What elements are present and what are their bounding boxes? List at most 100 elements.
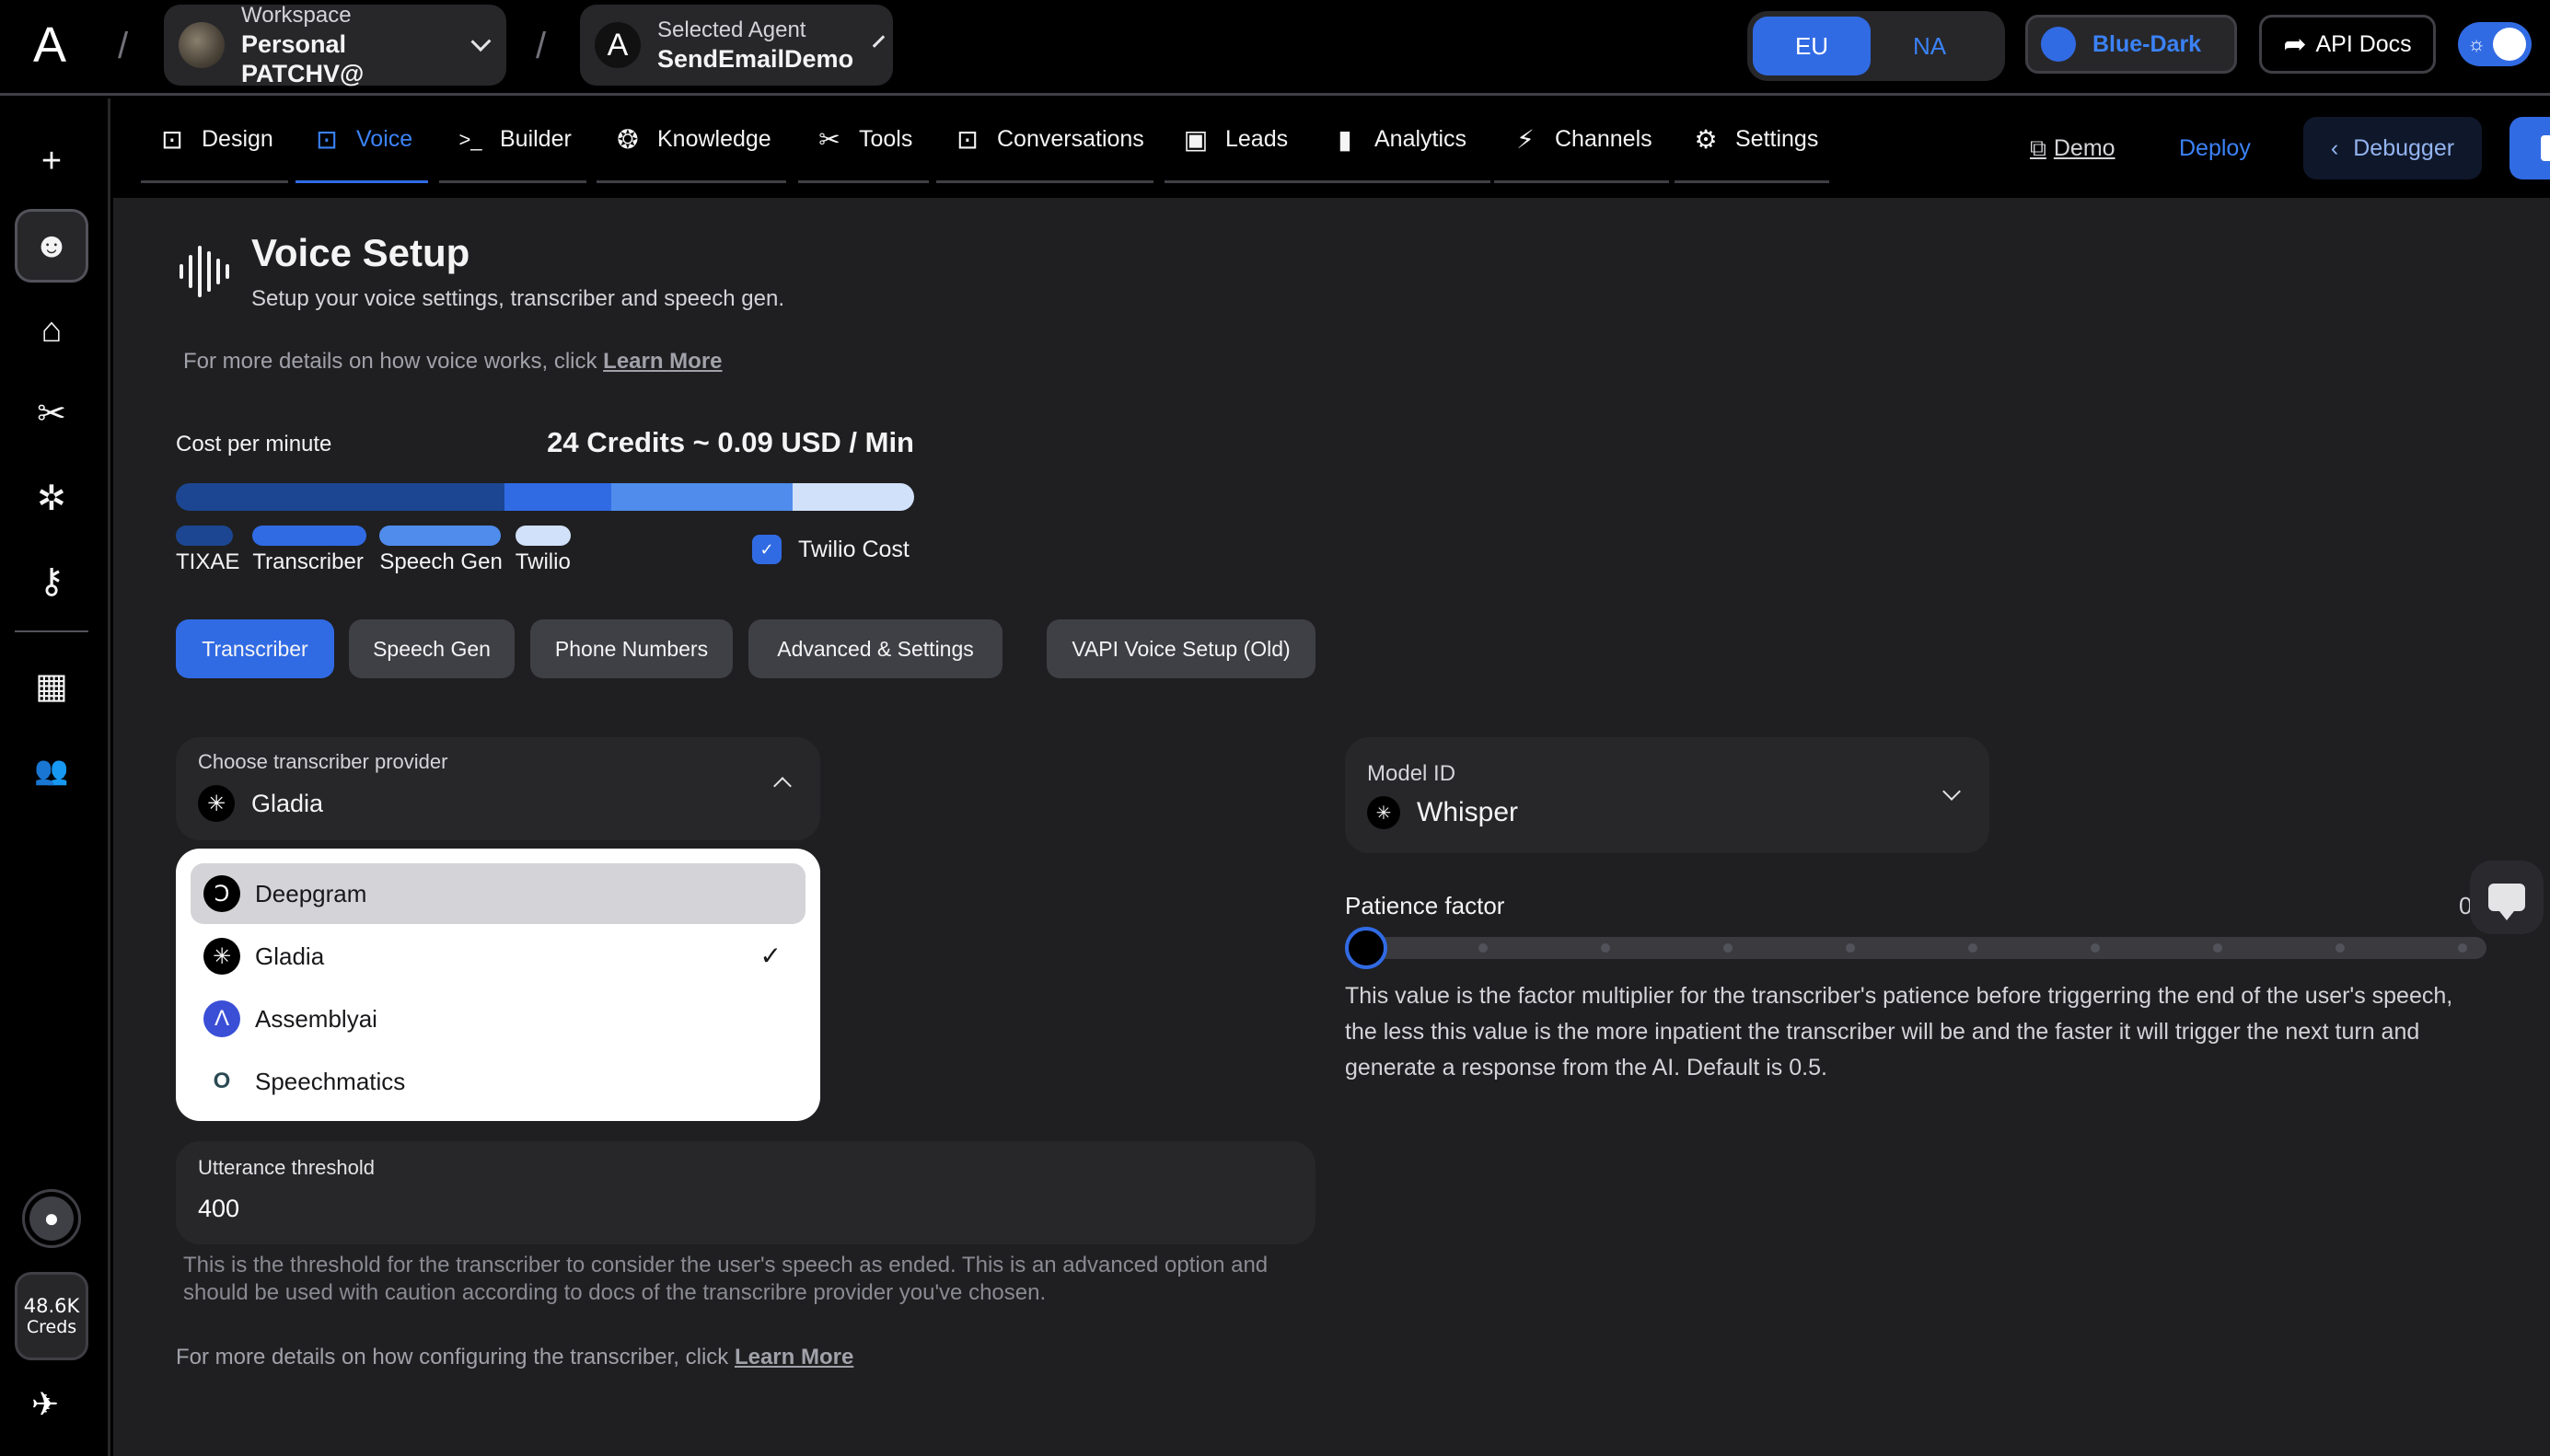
workspace-selector[interactable]: Workspace Personal PATCHV@ [164,3,506,87]
sidebar-item-keys[interactable]: ⚷ [15,544,88,618]
api-docs-button[interactable]: ➦ API Docs [2259,15,2436,74]
cost-segment-tixae [176,483,504,511]
app-logo[interactable]: A [33,17,66,74]
user-avatar[interactable]: ● [22,1189,81,1248]
utterance-label: Utterance threshold [198,1156,375,1179]
option-speechmatics[interactable]: O Speechmatics [191,1051,806,1112]
learn-more-link[interactable]: Learn More [603,349,722,374]
gladia-icon: ✳ [1367,796,1400,829]
option-label: Deepgram [255,879,367,907]
option-label: Speechmatics [255,1067,406,1095]
tab-conversations[interactable]: ⊡ Conversations [936,98,1153,183]
chevron-left-icon: ‹ [2330,134,2339,161]
sidebar-add-button[interactable]: + [15,124,88,198]
sidebar-item-marketplace[interactable]: ⌂ [15,294,88,367]
debugger-label: Debugger [2353,134,2455,161]
tab-tools[interactable]: ✂ Tools [798,98,929,183]
speechmatics-icon: O [203,1063,240,1100]
model-value: ✳ Whisper [1367,796,1518,829]
tab-settings[interactable]: ⚙ Settings [1675,98,1829,183]
theme-label: Blue-Dark [2092,30,2202,57]
terminal-icon: >_ [458,127,482,151]
chevron-up-icon [773,777,792,795]
sidebar-item-team[interactable]: 👥 [15,734,88,807]
model-id-select[interactable]: Model ID ✳ Whisper [1345,737,1989,853]
region-eu[interactable]: EU [1753,17,1871,75]
voice-help-text: For more details on how voice works, cli… [183,349,723,375]
cost-legend: TIXAE Transcriber Speech Gen Twilio [176,526,571,575]
legend-swatch [176,526,233,546]
tab-voice[interactable]: ⊡ Voice [296,98,428,183]
slider-thumb[interactable] [1345,927,1387,969]
light-mode-toggle[interactable]: ☼ [2458,22,2532,66]
transcriber-provider-select[interactable]: Choose transcriber provider ✳ Gladia [176,737,820,840]
subtab-phone-numbers[interactable]: Phone Numbers [530,619,733,678]
sidebar-item-organization[interactable]: ▦ [15,649,88,722]
learn-more-link[interactable]: Learn More [735,1345,853,1369]
tab-label: Knowledge [657,126,771,152]
bug-icon: ✲ [37,479,66,518]
tab-design[interactable]: ⊡ Design [141,98,288,183]
slider-tick [1478,943,1488,953]
agent-face-icon: ☻ [33,225,70,265]
agent-label: Selected Agent [657,17,806,42]
tab-knowledge[interactable]: ❂ Knowledge [597,98,786,183]
model-name: Whisper [1417,797,1519,827]
slider-tick [2213,943,2222,953]
credits-badge[interactable]: 48.6K Creds [15,1272,88,1360]
plug-icon: ⚡ [1516,125,1535,154]
subtab-advanced-settings[interactable]: Advanced & Settings [748,619,1003,678]
subtab-vapi-voice-setup[interactable]: VAPI Voice Setup (Old) [1047,619,1316,678]
transcriber-help-text: For more details on how configuring the … [176,1345,853,1370]
legend-label: Twilio [515,549,571,574]
sidebar-item-tools[interactable]: ✂ [15,376,88,450]
patience-factor-label: Patience factor [1345,892,1505,919]
brain-icon: ❂ [617,125,639,154]
utterance-threshold-input[interactable] [198,1195,1284,1223]
help-prefix: For more details on how voice works, cli… [183,349,604,374]
subtab-speech-gen[interactable]: Speech Gen [349,619,515,678]
sound-wave-icon [180,246,229,297]
option-deepgram[interactable]: Ↄ Deepgram [191,863,806,924]
tab-leads[interactable]: ▣ Leads [1165,98,1319,183]
sidebar-item-debug[interactable]: ✲ [15,461,88,535]
utterance-description: This is the threshold for the transcribe… [183,1253,1269,1305]
subtab-transcriber[interactable]: Transcriber [176,619,334,678]
checkmark-icon: ✓ [759,942,782,970]
chevron-down-icon [872,35,886,48]
save-button[interactable]: Save [2509,117,2550,179]
deploy-link[interactable]: Deploy [2179,117,2251,179]
demo-link[interactable]: ⧉ Demo [2030,117,2115,179]
legend-label: Speech Gen [379,549,503,574]
debugger-button[interactable]: ‹ Debugger [2303,117,2482,179]
region-na[interactable]: NA [1871,17,1988,75]
provider-label: Choose transcriber provider [198,750,448,773]
tab-builder[interactable]: >_ Builder [439,98,586,183]
chat-support-button[interactable] [2470,861,2544,934]
agent-selector[interactable]: A Selected Agent SendEmailDemo [580,5,893,86]
slider-tick [1968,943,1977,953]
theme-selector[interactable]: Blue-Dark [2025,15,2237,74]
deepgram-icon: Ↄ [203,875,240,912]
patience-factor-slider[interactable] [1345,927,2486,969]
cost-label: Cost per minute [176,432,332,456]
option-gladia[interactable]: ✳ Gladia ✓ [191,926,806,987]
tab-analytics[interactable]: ▮ Analytics [1314,98,1490,183]
option-assemblyai[interactable]: Λ Assemblyai [191,988,806,1049]
external-link-icon: ⧉ [2030,134,2046,161]
slider-tick [1601,943,1610,953]
legend-swatch [252,526,367,546]
unpin-sidebar-icon[interactable]: ✈ [31,1385,59,1424]
page-subtitle: Setup your voice settings, transcriber a… [251,286,784,311]
twilio-cost-checkbox[interactable]: ✓ Twilio Cost [752,535,910,564]
left-sidebar: + ☻ ⌂ ✂ ✲ ⚷ ▦ 👥 ● 48.6K Creds ✈ [0,98,110,1456]
store-icon: ⌂ [41,310,63,350]
legend-swatch [379,526,502,546]
gladia-icon: ✳ [198,785,235,822]
tab-channels[interactable]: ⚡ Channels [1494,98,1669,183]
tab-label: Leads [1225,126,1289,152]
breadcrumb-separator: / [118,26,129,66]
model-label: Model ID [1367,761,1456,786]
checkmark-icon: ✓ [752,535,782,564]
sidebar-item-agents[interactable]: ☻ [15,209,88,283]
